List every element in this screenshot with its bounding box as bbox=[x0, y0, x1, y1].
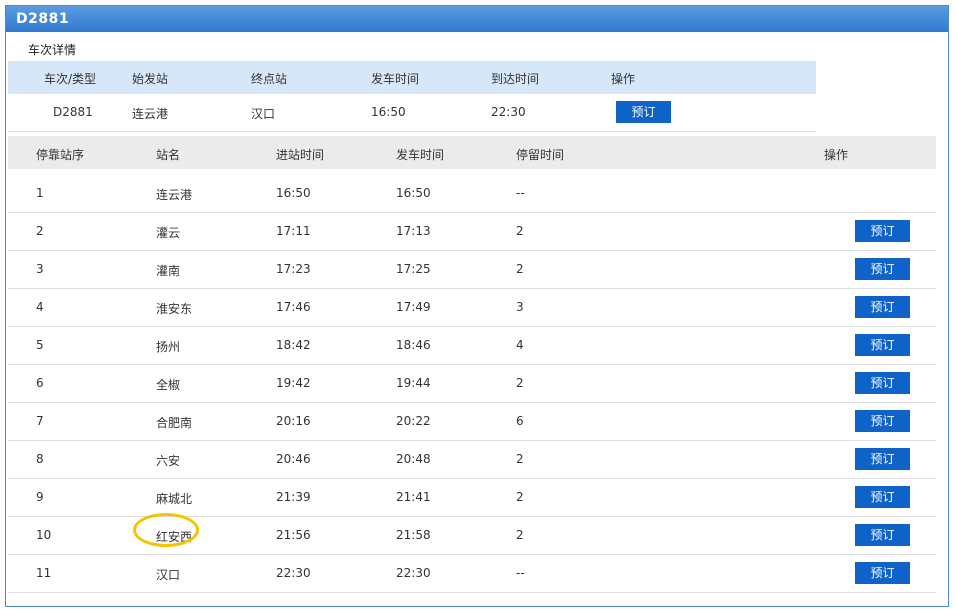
col-action: 操作 bbox=[824, 148, 849, 162]
arrive-time: 17:46 bbox=[276, 300, 311, 314]
book-button[interactable]: 预订 bbox=[855, 562, 910, 584]
depart-time: 21:41 bbox=[396, 490, 431, 504]
stop-seq: 6 bbox=[36, 376, 44, 390]
book-button[interactable]: 预订 bbox=[855, 410, 910, 432]
depart-time: 19:44 bbox=[396, 376, 431, 390]
stay-time: 2 bbox=[516, 490, 524, 504]
stay-time: -- bbox=[516, 566, 525, 580]
book-button[interactable]: 预订 bbox=[855, 524, 910, 546]
summary-row: D2881 连云港 汉口 16:50 22:30 预订 bbox=[8, 94, 816, 132]
station-name: 全椒 bbox=[156, 378, 181, 392]
col-arrive-time: 进站时间 bbox=[276, 148, 325, 162]
stay-time: 2 bbox=[516, 262, 524, 276]
station-name: 六安 bbox=[156, 454, 181, 468]
train-number: D2881 bbox=[53, 105, 93, 119]
stop-row: 3 灌南 17:23 17:25 2 预订 bbox=[8, 250, 936, 289]
stop-seq: 5 bbox=[36, 338, 44, 352]
arrive-time: 22:30 bbox=[276, 566, 311, 580]
book-button[interactable]: 预订 bbox=[855, 448, 910, 470]
book-button[interactable]: 预订 bbox=[855, 486, 910, 508]
book-button[interactable]: 预订 bbox=[855, 296, 910, 318]
stop-row: 10 红安西 21:56 21:58 2 预订 bbox=[8, 516, 936, 555]
stop-seq: 4 bbox=[36, 300, 44, 314]
station-name: 灌云 bbox=[156, 226, 181, 240]
summary-header: 车次/类型 始发站 终点站 发车时间 到达时间 操作 bbox=[8, 61, 816, 94]
arrive-time: 20:46 bbox=[276, 452, 311, 466]
stop-row: 4 淮安东 17:46 17:49 3 预订 bbox=[8, 288, 936, 327]
col-depart-time: 发车时间 bbox=[396, 148, 445, 162]
book-button[interactable]: 预订 bbox=[616, 101, 671, 123]
stay-time: 4 bbox=[516, 338, 524, 352]
arrive-time: 17:23 bbox=[276, 262, 311, 276]
arrive-time: 21:39 bbox=[276, 490, 311, 504]
arrive-time: 22:30 bbox=[491, 105, 526, 119]
depart-time: 17:25 bbox=[396, 262, 431, 276]
col-destination: 终点站 bbox=[251, 72, 288, 86]
station-name: 连云港 bbox=[156, 188, 193, 202]
origin-station: 连云港 bbox=[132, 107, 169, 121]
stop-row: 2 灌云 17:11 17:13 2 预订 bbox=[8, 212, 936, 251]
col-depart-time: 发车时间 bbox=[371, 72, 420, 86]
arrive-time: 19:42 bbox=[276, 376, 311, 390]
arrive-time: 20:16 bbox=[276, 414, 311, 428]
col-train-type: 车次/类型 bbox=[44, 72, 97, 86]
stop-seq: 1 bbox=[36, 186, 44, 200]
col-stop-seq: 停靠站序 bbox=[36, 148, 85, 162]
panel-title: D2881 bbox=[6, 6, 948, 32]
section-label: 车次详情 bbox=[28, 43, 77, 57]
stop-row: 8 六安 20:46 20:48 2 预订 bbox=[8, 440, 936, 479]
stay-time: 3 bbox=[516, 300, 524, 314]
stop-seq: 2 bbox=[36, 224, 44, 238]
stop-seq: 7 bbox=[36, 414, 44, 428]
book-button[interactable]: 预订 bbox=[855, 334, 910, 356]
arrive-time: 21:56 bbox=[276, 528, 311, 542]
arrive-time: 18:42 bbox=[276, 338, 311, 352]
book-button[interactable]: 预订 bbox=[855, 372, 910, 394]
stay-time: 2 bbox=[516, 224, 524, 238]
col-arrive-time: 到达时间 bbox=[491, 72, 540, 86]
station-name: 汉口 bbox=[156, 568, 181, 582]
station-name: 红安西 bbox=[156, 530, 193, 544]
station-name: 灌南 bbox=[156, 264, 181, 278]
stop-seq: 3 bbox=[36, 262, 44, 276]
stop-seq: 9 bbox=[36, 490, 44, 504]
stay-time: 2 bbox=[516, 528, 524, 542]
stop-seq: 8 bbox=[36, 452, 44, 466]
station-name: 麻城北 bbox=[156, 492, 193, 506]
depart-time: 22:30 bbox=[396, 566, 431, 580]
station-name: 扬州 bbox=[156, 340, 181, 354]
depart-time: 20:22 bbox=[396, 414, 431, 428]
book-button[interactable]: 预订 bbox=[855, 258, 910, 280]
col-stay-time: 停留时间 bbox=[516, 148, 565, 162]
depart-time: 17:49 bbox=[396, 300, 431, 314]
stops-header: 停靠站序 站名 进站时间 发车时间 停留时间 操作 bbox=[8, 136, 936, 169]
depart-time: 18:46 bbox=[396, 338, 431, 352]
stay-time: 6 bbox=[516, 414, 524, 428]
arrive-time: 17:11 bbox=[276, 224, 311, 238]
station-name: 合肥南 bbox=[156, 416, 193, 430]
stay-time: 2 bbox=[516, 376, 524, 390]
stop-row: 7 合肥南 20:16 20:22 6 预订 bbox=[8, 402, 936, 441]
stop-row: 5 扬州 18:42 18:46 4 预订 bbox=[8, 326, 936, 365]
arrive-time: 16:50 bbox=[276, 186, 311, 200]
depart-time: 20:48 bbox=[396, 452, 431, 466]
stay-time: 2 bbox=[516, 452, 524, 466]
stop-seq: 11 bbox=[36, 566, 52, 580]
stop-row: 6 全椒 19:42 19:44 2 预订 bbox=[8, 364, 936, 403]
col-origin: 始发站 bbox=[132, 72, 169, 86]
destination-station: 汉口 bbox=[251, 107, 276, 121]
stop-row: 9 麻城北 21:39 21:41 2 预订 bbox=[8, 478, 936, 517]
col-station-name: 站名 bbox=[156, 148, 181, 162]
stop-seq: 10 bbox=[36, 528, 52, 542]
stop-row: 11 汉口 22:30 22:30 -- 预订 bbox=[8, 554, 936, 593]
stay-time: -- bbox=[516, 186, 525, 200]
depart-time: 16:50 bbox=[371, 105, 406, 119]
depart-time: 21:58 bbox=[396, 528, 431, 542]
stop-row: 1 连云港 16:50 16:50 -- bbox=[8, 174, 936, 213]
depart-time: 17:13 bbox=[396, 224, 431, 238]
col-action: 操作 bbox=[611, 72, 636, 86]
depart-time: 16:50 bbox=[396, 186, 431, 200]
station-name: 淮安东 bbox=[156, 302, 193, 316]
book-button[interactable]: 预订 bbox=[855, 220, 910, 242]
